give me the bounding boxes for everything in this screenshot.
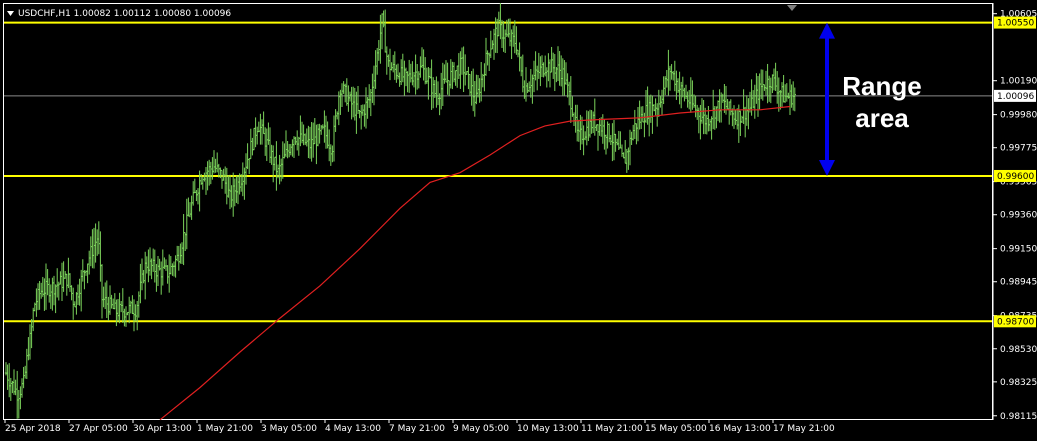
x-tick-label: 1 May 21:00: [197, 424, 253, 434]
x-tick-label: 27 Apr 05:00: [69, 424, 128, 434]
x-tick-label: 11 May 21:00: [581, 424, 643, 434]
x-tick-label: 25 Apr 2018: [5, 424, 61, 434]
y-tick-label: 0.99150: [1000, 245, 1037, 255]
x-tick-label: 10 May 13:00: [517, 424, 579, 434]
y-tick-label: 0.98945: [1000, 278, 1037, 288]
x-tick-label: 30 Apr 13:00: [133, 424, 192, 434]
x-tick-label: 17 May 21:00: [773, 424, 835, 434]
chart-background: [0, 0, 1037, 441]
current-price-label: 1.00096: [997, 92, 1034, 102]
x-tick-label: 3 May 05:00: [261, 424, 317, 434]
range-annotation-text: area: [855, 103, 909, 133]
x-tick-label: 16 May 13:00: [709, 424, 771, 434]
range-annotation-text: Range: [842, 71, 921, 101]
y-tick-label: 0.98115: [1000, 412, 1037, 422]
x-tick-label: 4 May 13:00: [325, 424, 381, 434]
level-price-label: 0.99600: [997, 172, 1034, 182]
chart-frame: Rangearea USDCHF,H1 1.00082 1.00112 1.00…: [0, 0, 1037, 441]
x-tick-label: 9 May 05:00: [453, 424, 509, 434]
x-tick-label: 15 May 05:00: [645, 424, 707, 434]
chart-header: USDCHF,H1 1.00082 1.00112 1.00080 1.0009…: [18, 9, 231, 19]
level-price-label: 1.00550: [997, 19, 1034, 29]
y-tick-label: 0.98530: [1000, 345, 1037, 355]
y-tick-label: 1.00190: [1000, 77, 1037, 87]
level-price-label: 0.98700: [997, 317, 1034, 327]
y-tick-label: 0.99775: [1000, 144, 1037, 154]
x-tick-label: 7 May 21:00: [389, 424, 445, 434]
y-tick-label: 0.98325: [1000, 378, 1037, 388]
y-tick-label: 0.99360: [1000, 211, 1037, 221]
y-tick-label: 0.99980: [1000, 111, 1037, 121]
